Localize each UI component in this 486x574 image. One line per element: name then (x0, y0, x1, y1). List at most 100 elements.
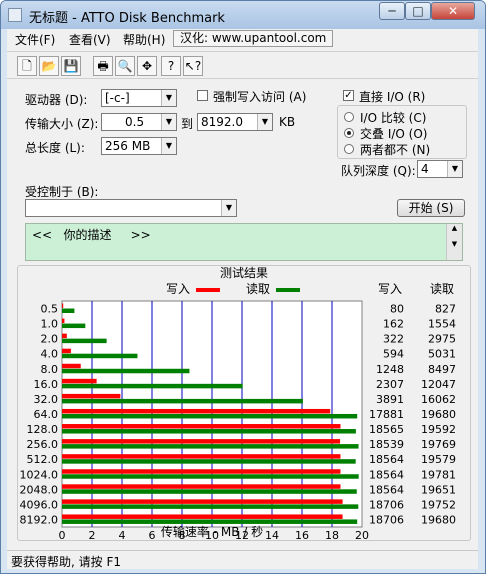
app-icon[interactable] (8, 8, 22, 22)
y-category-label: 64.0 (34, 408, 59, 421)
read-value-label: 19781 (421, 468, 456, 481)
window-title: 无标题 - ATTO Disk Benchmark (29, 11, 225, 26)
write-bar (62, 318, 65, 324)
read-bar (62, 308, 75, 313)
move-icon[interactable]: ✥ (137, 56, 157, 76)
write-value-label: 18564 (369, 468, 404, 481)
description-text: << 你的描述 >> (32, 228, 151, 242)
read-bar (62, 504, 359, 509)
print-preview-icon[interactable]: 🔍 (115, 56, 135, 76)
write-value-label: 3891 (376, 393, 404, 406)
io-compare-label: I/O 比较 (C) (360, 111, 427, 125)
read-value-label: 12047 (421, 378, 456, 391)
read-value-label: 827 (435, 303, 456, 316)
to-label: 到 (181, 117, 194, 131)
write-bar (62, 303, 64, 308)
save-icon[interactable]: 💾 (61, 56, 81, 76)
y-category-label: 0.5 (41, 303, 59, 316)
chevron-down-icon[interactable]: ▼ (221, 200, 236, 216)
write-value-label: 322 (383, 333, 404, 346)
write-value-label: 594 (383, 348, 404, 361)
y-category-label: 512.0 (27, 453, 59, 466)
menu-localized-by[interactable]: 汉化: www.upantool.com (173, 30, 333, 47)
y-category-label: 1.0 (41, 318, 59, 331)
overlapped-io-radio[interactable] (344, 128, 354, 138)
force-write-checkbox[interactable] (197, 90, 208, 101)
read-bar (62, 353, 138, 359)
description-field[interactable]: << 你的描述 >> ▲ ▼ (25, 223, 463, 261)
x-tick-label: 2 (89, 529, 96, 540)
drive-label: 驱动器 (D): (25, 93, 88, 107)
chevron-down-icon[interactable]: ▼ (257, 114, 272, 130)
x-tick-label: 4 (119, 529, 126, 540)
read-bar (62, 413, 358, 419)
help-icon[interactable]: ? (161, 56, 181, 76)
y-category-label: 4.0 (41, 348, 59, 361)
neither-radio[interactable] (344, 144, 354, 154)
read-bar (62, 519, 358, 524)
toolbar: 🗋 📂 💾 🖶 🔍 ✥ ? ↖? (7, 51, 478, 79)
write-value-label: 17881 (369, 408, 404, 421)
controlled-by-select[interactable]: ▼ (25, 199, 237, 217)
description-scrollbar[interactable]: ▲ ▼ (446, 224, 462, 260)
menu-view[interactable]: 查看(V) (69, 31, 111, 48)
chart-y-labels: 0.5 1.0 2.0 4.0 8.0 16.0 32.0 64.0 128.0 256.0 512… (20, 303, 59, 527)
write-bar (62, 514, 343, 519)
io-mode-group: I/O 比较 (C) 交叠 I/O (O) 两者都不 (N) (337, 105, 467, 159)
total-length-label: 总长度 (L): (25, 141, 85, 155)
chevron-down-icon[interactable]: ▼ (161, 114, 176, 130)
write-bar (62, 424, 341, 429)
queue-depth-select[interactable]: 4 ▼ (417, 160, 463, 178)
y-category-label: 1024.0 (20, 468, 59, 481)
new-file-icon[interactable]: 🗋 (17, 56, 37, 76)
open-folder-icon[interactable]: 📂 (39, 56, 59, 76)
menu-bar: 文件(F) 查看(V) 帮助(H) 汉化: www.upantool.com (7, 29, 478, 49)
x-tick-label: 18 (325, 529, 339, 540)
print-icon[interactable]: 🖶 (93, 56, 113, 76)
transfer-to-value: 8192.0 (201, 115, 243, 129)
read-value-label: 19769 (421, 438, 456, 451)
write-bar (62, 408, 331, 414)
write-bar (62, 469, 341, 474)
x-tick-label: 0 (59, 529, 66, 540)
read-bar (62, 489, 357, 494)
close-button[interactable]: ✕ (431, 2, 475, 20)
menu-help[interactable]: 帮助(H) (123, 31, 165, 48)
minimize-button[interactable]: ─ (379, 2, 405, 20)
results-group: 测试结果 写入 读取 写入 读取 0.5 1.0 2.0 4.0 8.0 16.0 32.0… (17, 265, 471, 542)
total-length-select[interactable]: 256 MB ▼ (101, 137, 177, 155)
transfer-from-select[interactable]: 0.5 ▼ (101, 113, 177, 131)
read-bar (62, 444, 359, 449)
chart-values: 80 827 162 1554 322 2975 594 5031 1248 8497 2307 12… (369, 303, 456, 527)
y-category-label: 16.0 (34, 378, 59, 391)
write-value-label: 1248 (376, 363, 404, 376)
force-write-label: 强制写入访问 (A) (213, 90, 307, 104)
total-length-value: 256 MB (105, 139, 151, 153)
read-bar (62, 459, 356, 464)
start-button[interactable]: 开始 (S) (397, 199, 465, 217)
write-bar (62, 393, 121, 399)
chevron-down-icon[interactable]: ▼ (447, 161, 462, 177)
x-tick-label: 16 (295, 529, 309, 540)
direct-io-label: 直接 I/O (R) (359, 90, 426, 104)
io-compare-radio[interactable] (344, 112, 354, 122)
write-bar (62, 454, 341, 459)
chevron-down-icon[interactable]: ▼ (161, 138, 176, 154)
y-category-label: 32.0 (34, 393, 59, 406)
transfer-to-select[interactable]: 8192.0 ▼ (197, 113, 273, 131)
direct-io-checkbox[interactable]: ✓ (343, 90, 354, 101)
y-category-label: 8192.0 (20, 513, 59, 526)
read-value-label: 19680 (421, 408, 456, 421)
read-value-label: 19651 (421, 483, 456, 496)
status-text: 要获得帮助, 请按 F1 (11, 555, 121, 569)
write-value-label: 18564 (369, 483, 404, 496)
chevron-down-icon[interactable]: ▼ (161, 90, 176, 106)
title-bar[interactable]: 无标题 - ATTO Disk Benchmark ─ □ ✕ (1, 1, 485, 29)
y-category-label: 4096.0 (20, 498, 59, 511)
read-value-label: 1554 (428, 318, 456, 331)
maximize-button[interactable]: □ (405, 2, 431, 20)
menu-file[interactable]: 文件(F) (15, 31, 55, 48)
context-help-icon[interactable]: ↖? (183, 56, 203, 76)
drive-select[interactable]: [-c-] ▼ (101, 89, 177, 107)
kb-unit-label: KB (279, 115, 296, 129)
